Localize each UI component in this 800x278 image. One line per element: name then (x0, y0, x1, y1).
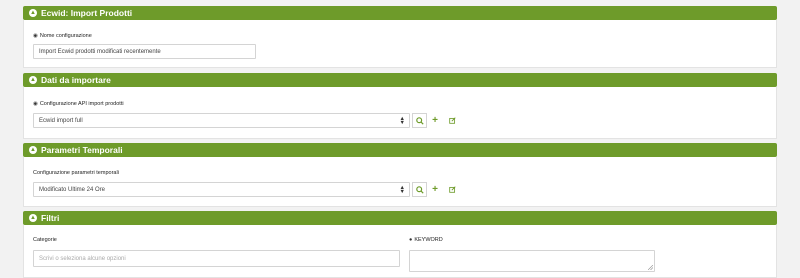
resize-handle-icon[interactable] (648, 265, 653, 270)
section-title: Dati da importare (41, 75, 111, 85)
eye-icon: ◉ (33, 33, 38, 39)
select-arrows-icon: ▲ ▼ (399, 116, 405, 126)
section-header-filters[interactable]: ▲ Filtri (23, 211, 777, 225)
plus-icon[interactable]: + (430, 182, 440, 197)
section-title: Filtri (41, 213, 60, 223)
section-header-import[interactable]: ▲ Ecwid: Import Prodotti (23, 6, 777, 20)
section-header-time[interactable]: ▲ Parametri Temporali (23, 143, 777, 157)
eye-icon: ◉ (33, 101, 38, 107)
field-label: ◉ Configurazione API import prodotti (33, 101, 124, 107)
section-body-import: ◉ Nome configurazione Import Ecwid prodo… (23, 20, 777, 68)
keyword-textarea[interactable] (409, 250, 655, 272)
help-icon: ● (409, 237, 413, 243)
section-title: Ecwid: Import Prodotti (41, 8, 133, 18)
api-config-select[interactable]: Ecwid import full ▲ ▼ (33, 113, 410, 128)
section-body-filters: Categorie Scrivi o seleziona alcune opzi… (23, 225, 777, 278)
time-config-select[interactable]: Modificato Ultime 24 Ore ▲ ▼ (33, 182, 410, 197)
categories-input[interactable]: Scrivi o seleziona alcune opzioni (33, 250, 400, 267)
section-title: Parametri Temporali (41, 145, 123, 155)
plus-icon[interactable]: + (430, 113, 440, 128)
field-label: Configurazione parametri temporali (33, 170, 119, 176)
field-label: ● KEYWORD (409, 237, 443, 243)
chevron-up-icon: ▲ (29, 146, 37, 154)
select-arrows-icon: ▲ ▼ (399, 185, 405, 195)
config-name-input[interactable]: Import Ecwid prodotti modificati recente… (33, 44, 256, 59)
search-icon (415, 185, 424, 194)
edit-icon[interactable] (447, 182, 457, 197)
chevron-up-icon: ▲ (29, 214, 37, 222)
edit-icon[interactable] (447, 113, 457, 128)
field-label: Categorie (33, 237, 57, 243)
section-body-data: ◉ Configurazione API import prodotti Ecw… (23, 87, 777, 139)
section-body-time: Configurazione parametri temporali Modif… (23, 157, 777, 207)
field-label: ◉ Nome configurazione (33, 33, 92, 39)
search-icon (415, 116, 424, 125)
search-button[interactable] (412, 182, 427, 197)
chevron-up-icon: ▲ (29, 9, 37, 17)
search-button[interactable] (412, 113, 427, 128)
section-header-data[interactable]: ▲ Dati da importare (23, 73, 777, 87)
chevron-up-icon: ▲ (29, 76, 37, 84)
